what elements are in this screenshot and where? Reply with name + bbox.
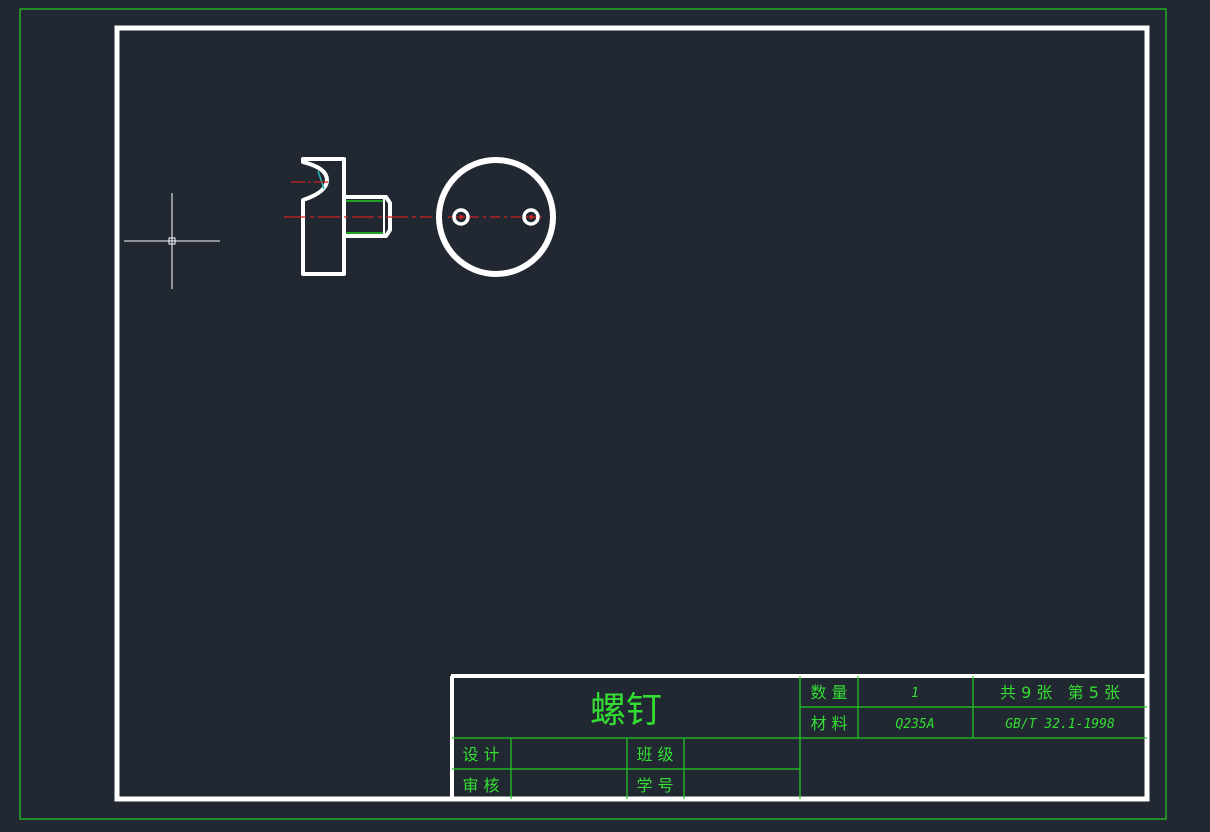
quantity-label: 数 量 — [810, 683, 847, 702]
screw-front-view[interactable] — [436, 157, 556, 277]
crosshair-cursor-icon — [124, 193, 220, 289]
title-block[interactable]: 螺钉 数 量 1 共 9 张 第 5 张 材 料 Q235A GB/T 32.1… — [450, 674, 1147, 799]
drawing-frame — [114, 25, 1150, 802]
sheet-info: 共 9 张 第 5 张 — [1000, 683, 1120, 702]
standard-number: GB/T 32.1-1998 — [1005, 717, 1115, 732]
material-value: Q235A — [895, 717, 934, 732]
drawing-canvas[interactable]: 螺钉 数 量 1 共 9 张 第 5 张 材 料 Q235A GB/T 32.1… — [0, 0, 1210, 832]
reviewer-label: 审 核 — [462, 776, 499, 795]
designer-label: 设 计 — [462, 745, 499, 764]
screw-side-view[interactable] — [284, 157, 432, 276]
cad-viewport[interactable]: 螺钉 数 量 1 共 9 张 第 5 张 材 料 Q235A GB/T 32.1… — [0, 0, 1210, 832]
pin-hole-right-center — [529, 215, 533, 219]
pin-hole-left-center — [459, 215, 463, 219]
part-name: 螺钉 — [590, 690, 662, 731]
material-label: 材 料 — [810, 714, 847, 733]
quantity-value: 1 — [911, 686, 919, 701]
student-id-label: 学 号 — [636, 776, 673, 795]
class-label: 班 级 — [636, 745, 673, 764]
